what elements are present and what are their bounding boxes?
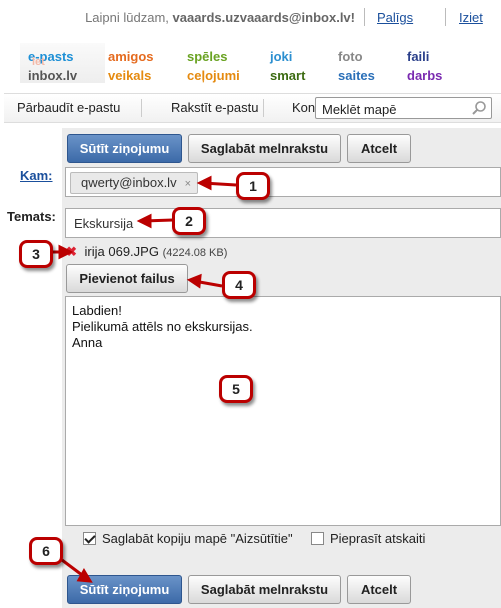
check-mail-link[interactable]: Pārbaudīt e-pastu [17, 100, 120, 115]
help-link[interactable]: Palīgs [377, 10, 413, 25]
save-draft-button[interactable]: Saglabāt melnrakstu [188, 134, 341, 163]
cancel-button-bottom[interactable]: Atcelt [347, 575, 411, 604]
service-link-foto[interactable]: foto [338, 49, 363, 64]
attachment-size: (4224.08 KB) [162, 247, 228, 259]
read-receipt-option[interactable]: Pieprasīt atskaiti [311, 531, 425, 546]
logout-link[interactable]: Iziet [459, 10, 483, 25]
message-body[interactable]: Labdien! Pielikumā attēls no ekskursijas… [65, 296, 501, 526]
send-button-bottom[interactable]: Sūtīt ziņojumu [67, 575, 182, 604]
attachment-name: irija 069.JPG [84, 244, 159, 259]
callout-3: 3 [19, 240, 53, 268]
save-copy-option[interactable]: Saglabāt kopiju mapē "Aizsūtītie" [83, 531, 293, 546]
subject-input[interactable] [65, 208, 501, 238]
compose-link[interactable]: Rakstīt e-pastu [171, 100, 258, 115]
save-copy-label: Saglabāt kopiju mapē "Aizsūtītie" [102, 531, 293, 546]
divider [364, 8, 365, 26]
callout-1: 1 [236, 172, 270, 200]
to-label-link[interactable]: Kam: [20, 168, 53, 183]
send-button[interactable]: Sūtīt ziņojumu [67, 134, 182, 163]
cancel-button[interactable]: Atcelt [347, 134, 411, 163]
welcome-prefix: Laipni lūdzam, [85, 10, 169, 25]
attachment-row: ✖ irija 069.JPG (4224.08 KB) [66, 244, 227, 260]
service-link-sp-les[interactable]: spēles [187, 49, 227, 64]
subject-label: Temats: [7, 209, 56, 224]
divider [141, 99, 142, 117]
service-link-faili[interactable]: faili [407, 49, 429, 64]
service-link-ce-ojumi[interactable]: ceļojumi [187, 68, 240, 83]
search-icon[interactable] [471, 100, 487, 116]
search-input[interactable] [315, 97, 492, 119]
read-receipt-label: Pieprasīt atskaiti [330, 531, 426, 546]
user-email: vaaards.uzvaaards@inbox.lv! [172, 10, 355, 25]
recipient-email: qwerty@inbox.lv [81, 175, 177, 190]
service-link-joki[interactable]: joki [270, 49, 292, 64]
add-files-button[interactable]: Pievienot failus [66, 264, 188, 293]
services-overlay-text: let [32, 56, 45, 68]
service-link-veikals[interactable]: veikals [108, 68, 151, 83]
callout-4: 4 [222, 271, 256, 299]
service-link-inbox-lv[interactable]: inbox.lv [28, 68, 77, 83]
service-link-saites[interactable]: saites [338, 68, 375, 83]
recipient-chip[interactable]: qwerty@inbox.lv × [70, 172, 199, 194]
welcome-text: Laipni lūdzam, vaaards.uzvaaards@inbox.l… [85, 10, 355, 25]
callout-6: 6 [29, 537, 63, 565]
service-link-amigos[interactable]: amigos [108, 49, 154, 64]
divider [263, 99, 264, 117]
remove-recipient-icon[interactable]: × [185, 178, 191, 190]
divider [445, 8, 446, 26]
contacts-link[interactable]: Kon [292, 100, 315, 115]
save-draft-button-bottom[interactable]: Saglabāt melnrakstu [188, 575, 341, 604]
remove-attachment-icon[interactable]: ✖ [66, 244, 77, 259]
service-link-smart[interactable]: smart [270, 68, 305, 83]
save-copy-checkbox[interactable] [83, 532, 96, 545]
read-receipt-checkbox[interactable] [311, 532, 324, 545]
callout-5: 5 [219, 375, 253, 403]
callout-2: 2 [172, 207, 206, 235]
service-link-darbs[interactable]: darbs [407, 68, 442, 83]
